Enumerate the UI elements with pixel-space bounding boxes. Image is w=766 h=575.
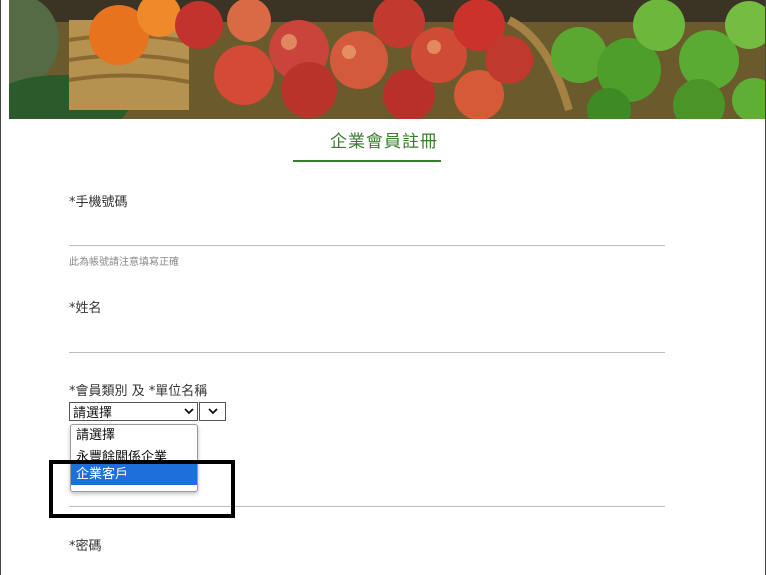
name-label: *姓名 (69, 301, 102, 316)
page-title: 企業會員註冊 (330, 132, 438, 152)
title-underline (293, 160, 441, 162)
phone-label: *手機號碼 (69, 195, 128, 210)
chevron-down-icon (181, 405, 197, 418)
highlight-box (49, 460, 235, 518)
dropdown-option[interactable]: 請選擇 (71, 425, 197, 446)
password-label: *密碼 (69, 539, 102, 554)
chevron-down-icon (205, 405, 221, 418)
phone-field[interactable] (69, 245, 665, 246)
unit-select[interactable] (199, 402, 226, 421)
member-type-select-value: 請選擇 (73, 406, 113, 421)
page-frame: 企業會員註冊 *手機號碼 此為帳號請注意填寫正確 *姓名 *會員類別 及 *單位… (0, 0, 766, 575)
phone-hint: 此為帳號請注意填寫正確 (69, 257, 179, 268)
member-type-label: *會員類別 及 *單位名稱 (69, 384, 208, 399)
banner-image (9, 0, 765, 119)
member-type-select[interactable]: 請選擇 (69, 402, 198, 421)
name-field[interactable] (69, 352, 665, 353)
